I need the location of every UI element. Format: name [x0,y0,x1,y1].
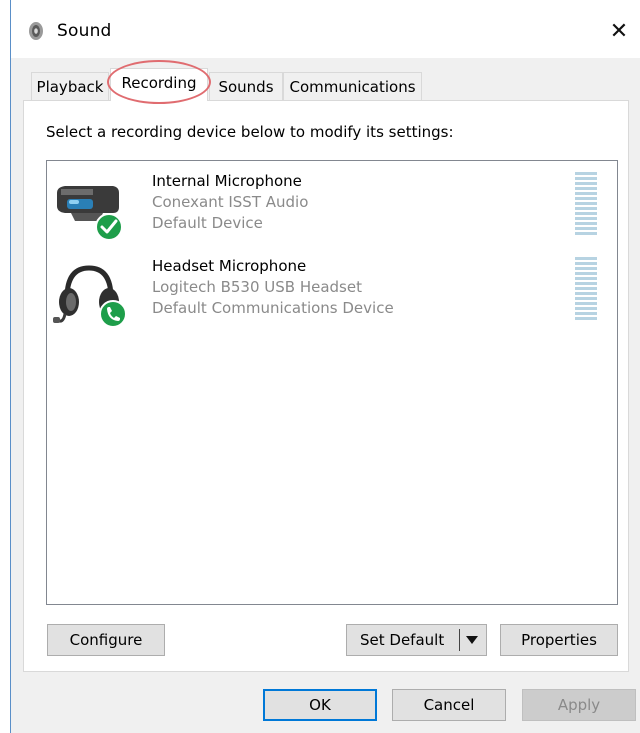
button-label: Configure [69,631,143,649]
configure-button[interactable]: Configure [47,624,165,656]
button-label: Apply [557,696,601,714]
cancel-button[interactable]: Cancel [392,689,506,721]
device-name: Headset Microphone [152,257,307,275]
title-bar: Sound ✕ [11,0,640,58]
tab-label: Communications [289,78,416,96]
tab-strip: Playback Recording Sounds Communications [11,68,640,102]
communications-phone-icon [99,300,127,328]
tab-label: Playback [36,78,104,96]
button-label: Properties [521,631,597,649]
level-meter [575,172,597,236]
sound-dialog: Sound ✕ Playback Recording Sounds Commun… [10,0,640,733]
tab-label: Recording [121,74,197,92]
set-default-button[interactable]: Set Default [346,624,487,656]
device-driver: Conexant ISST Audio [152,193,309,211]
close-icon: ✕ [609,19,629,44]
split-separator [459,629,460,651]
tab-label: Sounds [218,78,274,96]
apply-button[interactable]: Apply [522,689,636,721]
close-button[interactable]: ✕ [598,14,640,50]
button-label: OK [309,696,331,714]
window-title: Sound [57,21,112,41]
device-item-internal-microphone[interactable]: Internal Microphone Conexant ISST Audio … [47,167,617,247]
ok-button[interactable]: OK [263,689,377,721]
tab-communications[interactable]: Communications [283,72,422,100]
headset-icon [53,265,127,328]
recording-panel: Select a recording device below to modif… [23,100,629,672]
device-item-headset-microphone[interactable]: Headset Microphone Logitech B530 USB Hea… [47,252,617,332]
properties-button[interactable]: Properties [500,624,618,656]
device-status: Default Communications Device [152,299,394,317]
webcam-microphone-icon [57,186,123,241]
instruction-text: Select a recording device below to modif… [46,123,454,141]
button-label: Cancel [423,696,475,714]
tab-playback[interactable]: Playback [31,72,109,100]
level-meter [575,257,597,321]
tab-recording[interactable]: Recording [110,68,208,101]
device-name: Internal Microphone [152,172,302,190]
device-driver: Logitech B530 USB Headset [152,278,362,296]
device-status: Default Device [152,214,263,232]
tab-sounds[interactable]: Sounds [209,72,283,100]
speaker-icon [29,22,43,40]
device-list[interactable]: Internal Microphone Conexant ISST Audio … [46,160,618,605]
button-label: Set Default [360,631,445,649]
default-check-icon [95,213,123,241]
chevron-down-icon[interactable] [466,636,478,644]
